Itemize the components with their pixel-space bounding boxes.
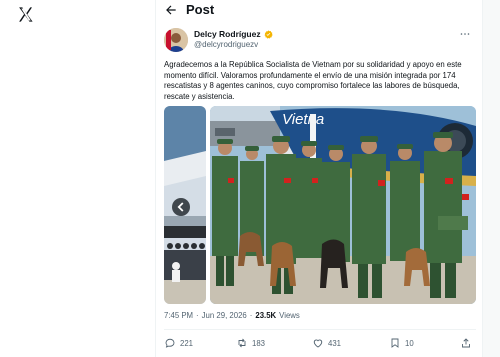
name-row: Delcy Rodríguez — [194, 29, 273, 39]
post-column: Post Delcy Rodríguez @delcyrodriguezv Ag… — [155, 0, 483, 357]
post-header: Post — [156, 0, 484, 20]
reply-count: 221 — [180, 338, 194, 348]
avatar[interactable] — [164, 28, 188, 52]
repost-icon — [238, 338, 246, 348]
divider — [164, 329, 476, 330]
bookmark-icon — [391, 338, 399, 348]
bookmark-count: 10 — [405, 338, 414, 348]
post-metadata: 7:45 PM · Jun 29, 2026 · 23.5K Views — [164, 311, 300, 320]
verified-badge-icon — [264, 29, 273, 39]
action-bar: 221 183 431 10 — [164, 337, 476, 351]
repost-button[interactable]: 183 — [236, 337, 265, 349]
main-photo[interactable]: Vietna — [210, 106, 476, 304]
author-block: Delcy Rodríguez @delcyrodriguezv — [164, 28, 474, 54]
reply-button[interactable]: 221 — [164, 337, 193, 349]
author-handle[interactable]: @delcyrodriguezv — [194, 40, 258, 49]
author-display-name[interactable]: Delcy Rodríguez — [194, 29, 261, 39]
reply-icon — [165, 338, 175, 348]
like-count: 431 — [328, 338, 342, 348]
repost-count: 183 — [252, 338, 266, 348]
page-title: Post — [186, 2, 215, 17]
meta-separator: · — [196, 311, 199, 320]
post-time[interactable]: 7:45 PM — [164, 311, 193, 320]
plane-livery-text: Vietna — [282, 111, 324, 128]
right-panel-edge — [483, 0, 500, 357]
share-button[interactable] — [460, 337, 472, 349]
post-date[interactable]: Jun 29, 2026 — [202, 311, 247, 320]
like-button[interactable]: 431 — [312, 337, 341, 349]
meta-separator: · — [249, 311, 253, 320]
tweet-text: Agradecemos a la República Socialista de… — [164, 60, 462, 101]
back-arrow-icon[interactable] — [164, 3, 178, 17]
left-navigation-rail — [0, 0, 155, 357]
carousel-previous-button[interactable] — [172, 198, 190, 216]
heart-icon — [313, 339, 323, 348]
share-icon — [462, 338, 470, 348]
bookmark-button[interactable]: 10 — [389, 337, 414, 349]
views-count: 23.5K — [255, 311, 277, 320]
media-carousel[interactable]: Vietna — [164, 106, 476, 304]
more-options-icon[interactable] — [460, 32, 470, 36]
views-label: Views — [279, 311, 300, 320]
x-logo-icon[interactable] — [17, 6, 34, 23]
chevron-left-icon — [177, 202, 184, 212]
